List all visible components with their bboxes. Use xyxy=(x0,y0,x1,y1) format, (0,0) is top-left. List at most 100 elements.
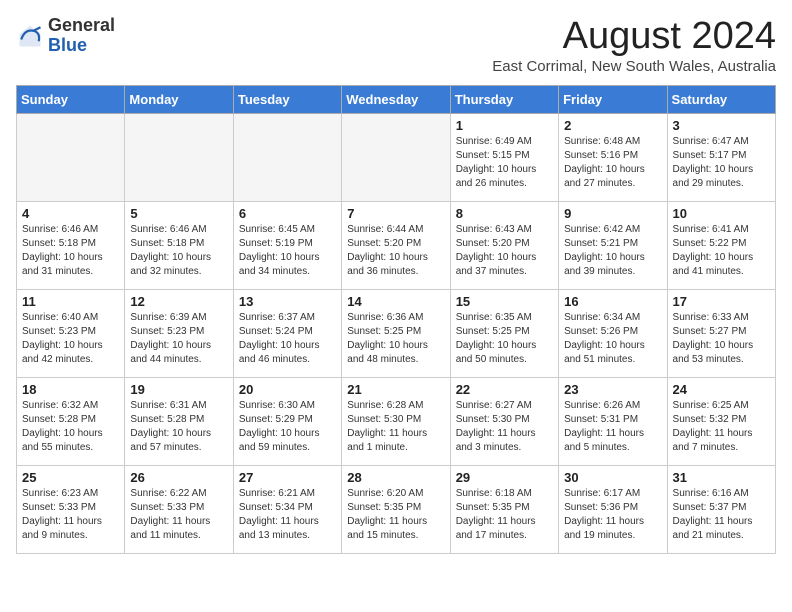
calendar-cell: 2 Sunrise: 6:48 AM Sunset: 5:16 PM Daylig… xyxy=(559,113,667,201)
day-info: Sunrise: 6:34 AM Sunset: 5:26 PM Dayligh… xyxy=(564,311,661,367)
day-info: Sunrise: 6:21 AM Sunset: 5:34 PM Dayligh… xyxy=(239,487,336,543)
day-info: Sunrise: 6:32 AM Sunset: 5:28 PM Dayligh… xyxy=(22,399,119,455)
day-number: 28 xyxy=(347,470,444,485)
day-info: Sunrise: 6:49 AM Sunset: 5:15 PM Dayligh… xyxy=(456,135,553,191)
calendar-cell: 19 Sunrise: 6:31 AM Sunset: 5:28 PM Dayli… xyxy=(125,377,233,465)
calendar-cell: 1 Sunrise: 6:49 AM Sunset: 5:15 PM Daylig… xyxy=(450,113,558,201)
day-info: Sunrise: 6:46 AM Sunset: 5:18 PM Dayligh… xyxy=(22,223,119,279)
calendar-week-2: 4 Sunrise: 6:46 AM Sunset: 5:18 PM Daylig… xyxy=(17,201,776,289)
calendar-cell: 31 Sunrise: 6:16 AM Sunset: 5:37 PM Dayli… xyxy=(667,465,775,553)
day-info: Sunrise: 6:16 AM Sunset: 5:37 PM Dayligh… xyxy=(673,487,770,543)
month-title: August 2024 xyxy=(492,16,776,58)
calendar-cell: 29 Sunrise: 6:18 AM Sunset: 5:35 PM Dayli… xyxy=(450,465,558,553)
day-info: Sunrise: 6:44 AM Sunset: 5:20 PM Dayligh… xyxy=(347,223,444,279)
day-info: Sunrise: 6:43 AM Sunset: 5:20 PM Dayligh… xyxy=(456,223,553,279)
calendar-cell: 4 Sunrise: 6:46 AM Sunset: 5:18 PM Daylig… xyxy=(17,201,125,289)
calendar-cell: 14Sunrise: 6:36 AM Sunset: 5:25 PM Dayli… xyxy=(342,289,450,377)
calendar-cell: 24 Sunrise: 6:25 AM Sunset: 5:32 PM Dayli… xyxy=(667,377,775,465)
day-number: 29 xyxy=(456,470,553,485)
day-number: 11 xyxy=(22,294,119,309)
col-sunday: Sunday xyxy=(17,85,125,113)
calendar-cell xyxy=(17,113,125,201)
calendar-cell: 12Sunrise: 6:39 AM Sunset: 5:23 PM Dayli… xyxy=(125,289,233,377)
day-number: 24 xyxy=(673,382,770,397)
calendar-cell: 7 Sunrise: 6:44 AM Sunset: 5:20 PM Daylig… xyxy=(342,201,450,289)
day-info: Sunrise: 6:20 AM Sunset: 5:35 PM Dayligh… xyxy=(347,487,444,543)
day-info: Sunrise: 6:33 AM Sunset: 5:27 PM Dayligh… xyxy=(673,311,770,367)
day-info: Sunrise: 6:40 AM Sunset: 5:23 PM Dayligh… xyxy=(22,311,119,367)
day-info: Sunrise: 6:31 AM Sunset: 5:28 PM Dayligh… xyxy=(130,399,227,455)
calendar-cell: 30 Sunrise: 6:17 AM Sunset: 5:36 PM Dayli… xyxy=(559,465,667,553)
logo-general: General xyxy=(48,16,115,36)
day-number: 21 xyxy=(347,382,444,397)
day-number: 4 xyxy=(22,206,119,221)
day-number: 5 xyxy=(130,206,227,221)
calendar-cell: 22 Sunrise: 6:27 AM Sunset: 5:30 PM Dayli… xyxy=(450,377,558,465)
calendar-cell: 11 Sunrise: 6:40 AM Sunset: 5:23 PM Dayli… xyxy=(17,289,125,377)
day-number: 23 xyxy=(564,382,661,397)
day-number: 6 xyxy=(239,206,336,221)
day-number: 10 xyxy=(673,206,770,221)
col-tuesday: Tuesday xyxy=(233,85,341,113)
day-number: 16 xyxy=(564,294,661,309)
calendar-cell: 10 Sunrise: 6:41 AM Sunset: 5:22 PM Dayli… xyxy=(667,201,775,289)
calendar-cell xyxy=(233,113,341,201)
day-info: Sunrise: 6:37 AM Sunset: 5:24 PM Dayligh… xyxy=(239,311,336,367)
day-number: 31 xyxy=(673,470,770,485)
calendar-cell: 13 Sunrise: 6:37 AM Sunset: 5:24 PM Dayli… xyxy=(233,289,341,377)
day-info: Sunrise: 6:47 AM Sunset: 5:17 PM Dayligh… xyxy=(673,135,770,191)
day-info: Sunrise: 6:45 AM Sunset: 5:19 PM Dayligh… xyxy=(239,223,336,279)
day-number: 9 xyxy=(564,206,661,221)
day-info: Sunrise: 6:18 AM Sunset: 5:35 PM Dayligh… xyxy=(456,487,553,543)
calendar-cell xyxy=(125,113,233,201)
calendar-cell: 17 Sunrise: 6:33 AM Sunset: 5:27 PM Dayli… xyxy=(667,289,775,377)
day-number: 26 xyxy=(130,470,227,485)
calendar-cell: 25Sunrise: 6:23 AM Sunset: 5:33 PM Dayli… xyxy=(17,465,125,553)
col-saturday: Saturday xyxy=(667,85,775,113)
day-number: 2 xyxy=(564,118,661,133)
calendar-cell: 15Sunrise: 6:35 AM Sunset: 5:25 PM Dayli… xyxy=(450,289,558,377)
calendar-cell: 26 Sunrise: 6:22 AM Sunset: 5:33 PM Dayli… xyxy=(125,465,233,553)
day-info: Sunrise: 6:28 AM Sunset: 5:30 PM Dayligh… xyxy=(347,399,444,455)
calendar-week-5: 25Sunrise: 6:23 AM Sunset: 5:33 PM Dayli… xyxy=(17,465,776,553)
day-number: 18 xyxy=(22,382,119,397)
day-info: Sunrise: 6:36 AM Sunset: 5:25 PM Dayligh… xyxy=(347,311,444,367)
calendar-cell: 3Sunrise: 6:47 AM Sunset: 5:17 PM Daylig… xyxy=(667,113,775,201)
day-number: 30 xyxy=(564,470,661,485)
day-info: Sunrise: 6:41 AM Sunset: 5:22 PM Dayligh… xyxy=(673,223,770,279)
page-header: General Blue August 2024 East Corrimal, … xyxy=(16,16,776,75)
calendar-cell: 6 Sunrise: 6:45 AM Sunset: 5:19 PM Daylig… xyxy=(233,201,341,289)
day-info: Sunrise: 6:42 AM Sunset: 5:21 PM Dayligh… xyxy=(564,223,661,279)
day-number: 25 xyxy=(22,470,119,485)
calendar-cell: 27Sunrise: 6:21 AM Sunset: 5:34 PM Dayli… xyxy=(233,465,341,553)
day-number: 17 xyxy=(673,294,770,309)
calendar-cell: 5 Sunrise: 6:46 AM Sunset: 5:18 PM Daylig… xyxy=(125,201,233,289)
day-info: Sunrise: 6:22 AM Sunset: 5:33 PM Dayligh… xyxy=(130,487,227,543)
day-number: 1 xyxy=(456,118,553,133)
location-title: East Corrimal, New South Wales, Australi… xyxy=(492,58,776,75)
col-monday: Monday xyxy=(125,85,233,113)
day-info: Sunrise: 6:46 AM Sunset: 5:18 PM Dayligh… xyxy=(130,223,227,279)
day-info: Sunrise: 6:39 AM Sunset: 5:23 PM Dayligh… xyxy=(130,311,227,367)
calendar-cell: 8Sunrise: 6:43 AM Sunset: 5:20 PM Daylig… xyxy=(450,201,558,289)
logo-blue: Blue xyxy=(48,36,115,56)
day-number: 7 xyxy=(347,206,444,221)
day-number: 19 xyxy=(130,382,227,397)
logo-icon xyxy=(16,22,44,50)
logo: General Blue xyxy=(16,16,115,56)
day-number: 15 xyxy=(456,294,553,309)
day-number: 13 xyxy=(239,294,336,309)
calendar-cell: 23Sunrise: 6:26 AM Sunset: 5:31 PM Dayli… xyxy=(559,377,667,465)
calendar-cell: 16 Sunrise: 6:34 AM Sunset: 5:26 PM Dayli… xyxy=(559,289,667,377)
calendar-cell: 9 Sunrise: 6:42 AM Sunset: 5:21 PM Daylig… xyxy=(559,201,667,289)
calendar-header-row: Sunday Monday Tuesday Wednesday Thursday… xyxy=(17,85,776,113)
day-info: Sunrise: 6:25 AM Sunset: 5:32 PM Dayligh… xyxy=(673,399,770,455)
day-info: Sunrise: 6:17 AM Sunset: 5:36 PM Dayligh… xyxy=(564,487,661,543)
day-info: Sunrise: 6:48 AM Sunset: 5:16 PM Dayligh… xyxy=(564,135,661,191)
col-thursday: Thursday xyxy=(450,85,558,113)
day-number: 22 xyxy=(456,382,553,397)
day-info: Sunrise: 6:27 AM Sunset: 5:30 PM Dayligh… xyxy=(456,399,553,455)
title-block: August 2024 East Corrimal, New South Wal… xyxy=(492,16,776,75)
day-number: 20 xyxy=(239,382,336,397)
day-info: Sunrise: 6:30 AM Sunset: 5:29 PM Dayligh… xyxy=(239,399,336,455)
